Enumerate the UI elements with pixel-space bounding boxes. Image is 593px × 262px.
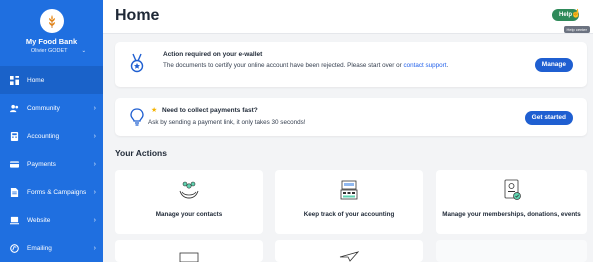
website-icon [10,216,19,225]
ewallet-alert: Action required on your e-wallet The doc… [115,42,587,87]
sidebar-item-website[interactable]: Website › [0,206,103,234]
chevron-right-icon: › [93,188,96,196]
hands-contacts-icon [179,181,199,199]
sidebar-item-label: Forms & Campaigns [27,188,87,196]
chevron-right-icon: › [93,132,96,140]
action-card-contacts[interactable]: Manage your contacts [115,170,263,234]
lightbulb-icon [130,108,144,126]
chevron-right-icon: › [93,244,96,252]
payments-icon [10,160,19,169]
accounting-icon [10,131,19,141]
sidebar-item-home[interactable]: Home [0,66,103,94]
action-card-partial[interactable] [275,240,423,262]
chevron-right-icon: › [93,216,96,224]
monitor-icon [179,252,199,262]
sidebar-item-forms[interactable]: Forms & Campaigns › [0,178,103,206]
action-card-accounting[interactable]: Keep track of your accounting [275,170,423,234]
action-label: Manage your contacts [155,211,223,218]
sidebar-item-community[interactable]: Community › [0,94,103,122]
main-content: Home Help Help center ☝ Action required … [103,0,593,262]
paper-plane-icon [339,251,359,262]
action-card-partial[interactable] [115,240,263,262]
payments-alert: ★ Need to collect payments fast? Ask by … [115,98,587,136]
chevron-right-icon: › [93,160,96,168]
sidebar: My Food Bank Olivier GODET ⌄ Home Commun… [0,0,103,262]
user-name: Olivier GODET [30,48,68,54]
chevron-down-icon: ⌄ [81,48,87,54]
community-icon [10,104,19,113]
alert-end: . [446,62,449,69]
sidebar-item-label: Home [27,76,45,84]
cash-register-icon [340,180,358,200]
alert-message: The documents to certify your online acc… [163,62,404,69]
manage-button[interactable]: Manage [534,58,573,72]
sidebar-item-label: Accounting [27,132,60,140]
sidebar-item-payments[interactable]: Payments › [0,150,103,178]
dashboard-icon [10,75,19,85]
membership-card-icon [504,179,521,200]
section-title: Your Actions [115,148,167,158]
chevron-right-icon: › [93,104,96,112]
pointer-cursor-icon: ☝ [571,9,581,18]
sidebar-item-accounting[interactable]: Accounting › [0,122,103,150]
sidebar-item-label: Emailing [27,244,52,252]
alert-text: Ask by sending a payment link, it only t… [148,119,306,126]
star-icon: ★ [151,107,158,114]
medal-icon [130,53,144,73]
action-card-partial[interactable] [436,240,587,262]
action-label: Manage your memberships, donations, even… [442,211,581,218]
sidebar-item-label: Website [27,216,51,224]
wheat-logo-icon [39,9,64,33]
emailing-icon [10,243,19,253]
top-bar: Home Help Help center ☝ [103,0,593,34]
alert-text: The documents to certify your online acc… [163,61,463,71]
user-switcher[interactable]: Olivier GODET ⌄ [0,48,103,54]
get-started-button[interactable]: Get started [524,111,573,125]
action-card-memberships[interactable]: Manage your memberships, donations, even… [436,170,587,234]
alert-title: Action required on your e-wallet [163,51,263,58]
brand[interactable]: My Food Bank Olivier GODET ⌄ [0,0,103,66]
action-label: Keep track of your accounting [303,211,395,218]
help-tooltip: Help center [563,26,590,33]
forms-icon [10,187,19,197]
sidebar-item-emailing[interactable]: Emailing › [0,234,103,262]
sidebar-item-label: Payments [27,160,56,168]
brand-name: My Food Bank [25,37,78,46]
contact-support-link[interactable]: contact support [403,62,446,69]
alert-title: Need to collect payments fast? [162,107,258,114]
sidebar-item-label: Community [27,104,60,112]
page-title: Home [115,7,160,24]
